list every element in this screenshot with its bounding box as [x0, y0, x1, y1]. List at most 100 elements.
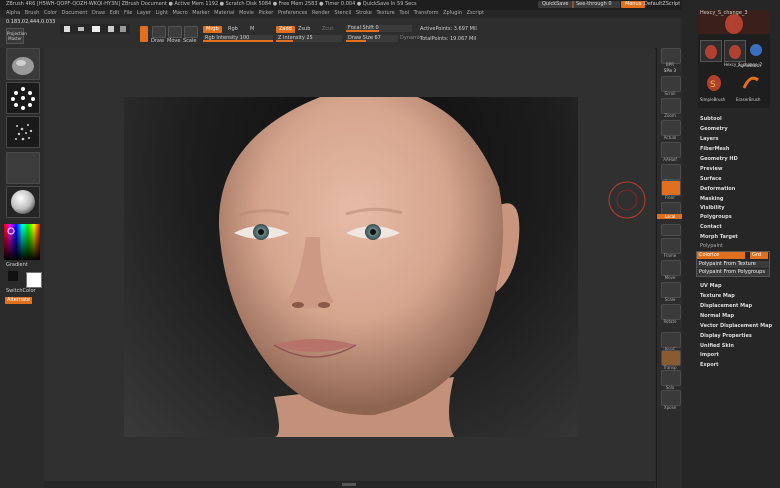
zsub-toggle[interactable]: Zsub — [298, 26, 310, 33]
unified-skin-menu[interactable]: Unified Skin — [700, 343, 734, 350]
quick-icon-2[interactable] — [78, 27, 84, 31]
document-canvas[interactable] — [124, 97, 578, 437]
rgb-intensity-slider[interactable]: Rgb Intensity 100 — [203, 35, 273, 42]
morph-target-menu[interactable]: Morph Target — [700, 234, 738, 241]
menu-texture[interactable]: Texture — [376, 10, 394, 17]
z-intensity-slider[interactable]: Z Intensity 25 — [276, 35, 342, 42]
colorize-toggle[interactable]: Colorize — [697, 252, 745, 259]
spix-slider[interactable]: SPix 3 — [657, 68, 683, 73]
zadd-toggle[interactable]: Zadd — [276, 26, 295, 33]
zcut-toggle[interactable]: Zcut — [322, 26, 333, 33]
menu-alpha[interactable]: Alpha — [6, 10, 20, 17]
xpose-button[interactable] — [661, 390, 681, 406]
persp-button[interactable] — [661, 164, 681, 180]
frame-button[interactable] — [661, 238, 681, 254]
geometry-hd-menu[interactable]: Geometry HD — [700, 156, 738, 163]
uv-map-menu[interactable]: UV Map — [700, 283, 722, 290]
polypaint-header[interactable]: Polypaint — [700, 243, 723, 250]
masking-menu[interactable]: Masking — [700, 196, 724, 203]
menu-tool[interactable]: Tool — [399, 10, 409, 17]
menu-picker[interactable]: Picker — [258, 10, 273, 17]
displacement-map-menu[interactable]: Displacement Map — [700, 303, 752, 310]
preview-menu[interactable]: Preview — [700, 166, 723, 173]
menu-macro[interactable]: Macro — [173, 10, 188, 17]
grd-toggle[interactable]: Grd — [750, 252, 768, 259]
edit-mode-button[interactable] — [140, 26, 148, 42]
menu-color[interactable]: Color — [44, 10, 57, 17]
alpha-thumbnail[interactable] — [6, 116, 40, 148]
surface-menu[interactable]: Surface — [700, 176, 722, 183]
scale-icon[interactable] — [184, 26, 198, 38]
stroke-thumbnail[interactable] — [6, 82, 40, 114]
tool-thumb-alpha[interactable] — [746, 40, 766, 60]
scroll-button[interactable] — [661, 76, 681, 92]
menu-document[interactable]: Document — [62, 10, 88, 17]
quicksave-button[interactable]: QuickSave — [538, 1, 573, 8]
projection-master-button[interactable]: Projection Master — [6, 28, 27, 44]
menu-stroke[interactable]: Stroke — [356, 10, 372, 17]
simple-brush-thumb[interactable]: S — [702, 70, 726, 94]
geometry-menu[interactable]: Geometry — [700, 126, 728, 133]
draw-size-slider[interactable]: Draw Size 67 — [346, 35, 398, 42]
subtool-menu[interactable]: Subtool — [700, 116, 722, 123]
move-view-button[interactable] — [661, 260, 681, 276]
polyf-button[interactable] — [661, 332, 681, 348]
menu-zplugin[interactable]: Zplugin — [443, 10, 462, 17]
secondary-color-swatch[interactable] — [8, 271, 18, 281]
aahalf-button[interactable] — [661, 142, 681, 158]
menu-material[interactable]: Material — [214, 10, 234, 17]
axis-button[interactable] — [661, 224, 681, 236]
floor-button[interactable] — [661, 180, 681, 196]
polygroups-menu[interactable]: Polygroups — [700, 214, 732, 221]
scale-view-button[interactable] — [661, 282, 681, 298]
menu-draw[interactable]: Draw — [92, 10, 105, 17]
mrgb-toggle[interactable]: Mrgb — [203, 26, 222, 33]
eraser-brush-thumb[interactable] — [738, 72, 762, 94]
alternate-button[interactable]: Alternate — [5, 297, 33, 304]
contact-menu[interactable]: Contact — [700, 224, 722, 231]
main-color-swatch[interactable] — [26, 272, 42, 288]
dynamic-toggle[interactable]: Dynamic — [400, 35, 422, 42]
draw-icon[interactable] — [152, 26, 166, 38]
see-through-slider[interactable]: See-through 0 — [572, 1, 620, 8]
display-properties-menu[interactable]: Display Properties — [700, 333, 752, 340]
quick-icon-1[interactable] — [64, 26, 70, 32]
menu-render[interactable]: Render — [312, 10, 330, 17]
color-picker[interactable] — [4, 224, 40, 260]
menu-light[interactable]: Light — [155, 10, 167, 17]
polypaint-from-texture-button[interactable]: Polypaint From Texture — [697, 261, 769, 268]
rotate-view-button[interactable] — [661, 304, 681, 320]
menu-edit[interactable]: Edit — [110, 10, 120, 17]
menu-transform[interactable]: Transform — [414, 10, 439, 17]
solo-button[interactable] — [661, 370, 681, 386]
zoom-button[interactable] — [661, 98, 681, 114]
vector-displacement-map-menu[interactable]: Vector Displacement Map — [700, 323, 772, 330]
polypaint-from-polygroups-button[interactable]: Polypaint From Polygroups — [697, 269, 769, 276]
layers-menu[interactable]: Layers — [700, 136, 719, 143]
menu-file[interactable]: File — [124, 10, 132, 17]
switch-color-button[interactable]: SwitchColor — [6, 288, 36, 295]
menu-zscript[interactable]: Zscript — [467, 10, 484, 17]
menu-marker[interactable]: Marker — [192, 10, 209, 17]
gradient-label[interactable]: Gradient — [6, 262, 28, 269]
bottom-tray-handle[interactable] — [342, 483, 356, 486]
focal-shift-slider[interactable]: Focal Shift 0 — [346, 25, 412, 32]
import-menu[interactable]: Import — [700, 352, 719, 359]
menu-stencil[interactable]: Stencil — [334, 10, 351, 17]
transp-button[interactable] — [661, 350, 681, 366]
quick-icon-5[interactable] — [120, 26, 126, 32]
move-icon[interactable] — [168, 26, 182, 38]
fibermesh-menu[interactable]: FiberMesh — [700, 146, 729, 153]
brush-thumbnail[interactable] — [6, 48, 40, 80]
quick-icon-3[interactable] — [92, 26, 100, 32]
normal-map-menu[interactable]: Normal Map — [700, 313, 734, 320]
visibility-menu[interactable]: Visibility — [700, 205, 725, 212]
m-toggle[interactable]: M — [250, 26, 254, 33]
default-zscript-button[interactable]: DefaultZScript — [640, 1, 684, 8]
menu-preferences[interactable]: Preferences — [278, 10, 307, 17]
texture-map-menu[interactable]: Texture Map — [700, 293, 735, 300]
deformation-menu[interactable]: Deformation — [700, 186, 735, 193]
tool-thumb-head-2[interactable] — [724, 40, 746, 62]
texture-thumbnail[interactable] — [6, 152, 40, 184]
quick-icon-4[interactable] — [108, 26, 114, 32]
